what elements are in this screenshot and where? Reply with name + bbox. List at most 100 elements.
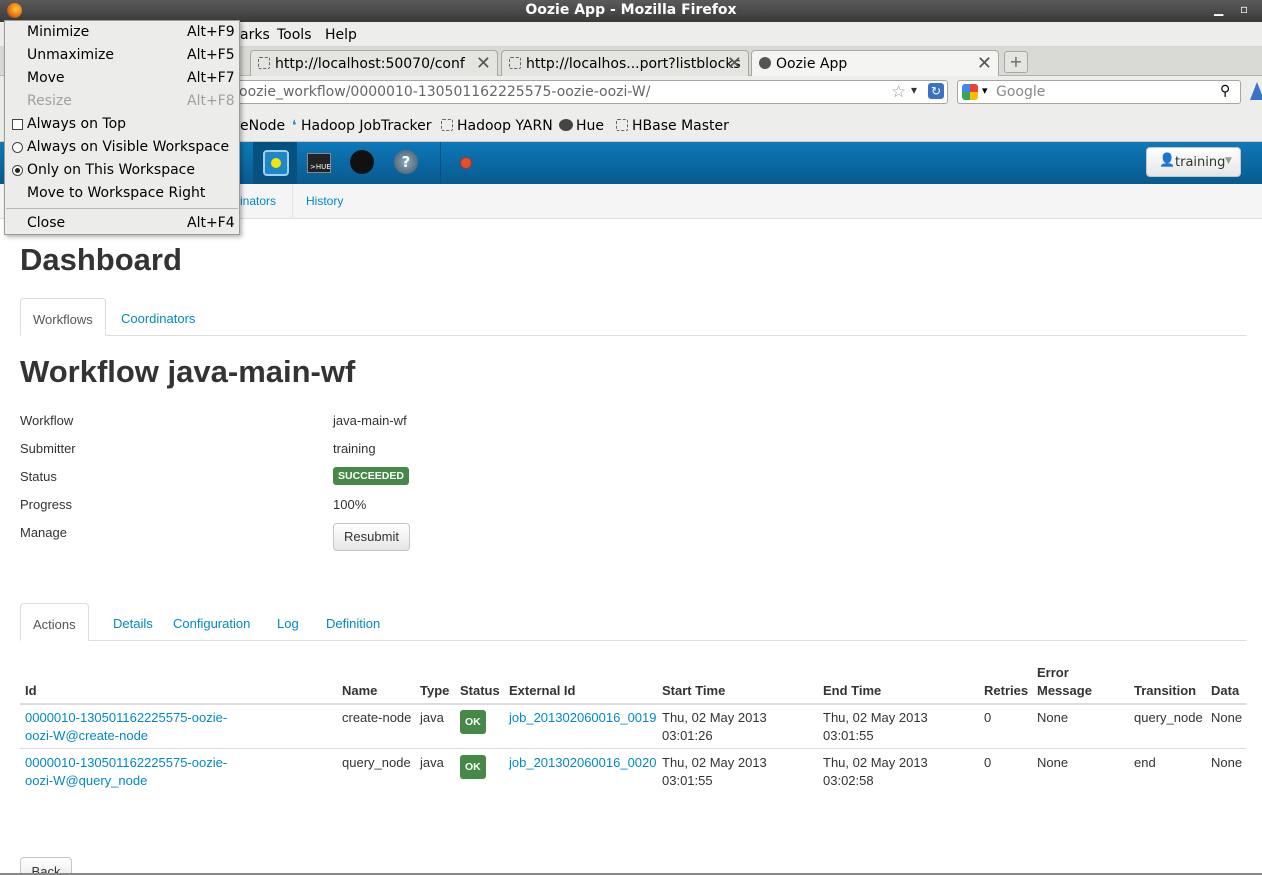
search-engine-icon[interactable]: ⚲ xyxy=(1220,83,1230,99)
tab-coordinators[interactable]: Coordinators xyxy=(109,298,207,336)
logout-icon[interactable] xyxy=(460,157,472,169)
bookmark-namenode[interactable]: eNode xyxy=(240,118,285,134)
close-tab-icon[interactable]: ✕ xyxy=(476,53,491,74)
row1-data: None xyxy=(1211,710,1243,725)
submitter-value: training xyxy=(333,441,376,456)
oozie-icon[interactable] xyxy=(263,150,289,176)
unmaximize-shortcut: Alt+F5 xyxy=(187,47,235,63)
col-retries: Retries xyxy=(984,683,1029,698)
nav-divider xyxy=(440,142,441,184)
search-bar[interactable]: ▾ Google ⚲ xyxy=(957,80,1241,104)
row1-id[interactable]: 0000010-130501162225575-oozie-oozi-W@cre… xyxy=(25,709,227,745)
window-title: Oozie App - Mozilla Firefox xyxy=(525,2,737,18)
col-transition: Transition xyxy=(1134,683,1197,698)
menu-only-this-workspace[interactable]: Only on This Workspace xyxy=(27,162,195,178)
tab-actions[interactable]: Actions xyxy=(20,603,89,641)
tab-log[interactable]: Log xyxy=(265,603,311,641)
row1-transition: query_node xyxy=(1134,710,1203,725)
window-close-icon[interactable]: ▫ xyxy=(1240,2,1248,16)
reload-icon[interactable]: ↻ xyxy=(928,83,944,99)
google-icon[interactable] xyxy=(962,84,978,100)
resubmit-button[interactable]: Resubmit xyxy=(333,523,410,551)
submitter-label: Submitter xyxy=(20,441,76,456)
bookmark-jobtracker[interactable]: ❛ Hadoop JobTracker xyxy=(292,118,432,134)
menu-always-visible[interactable]: Always on Visible Workspace xyxy=(27,139,229,155)
only-this-workspace-radio[interactable] xyxy=(12,165,23,176)
always-visible-radio[interactable] xyxy=(12,142,23,153)
detail-tabs: Actions Details Configuration Log Defini… xyxy=(20,603,1246,641)
tab-definition[interactable]: Definition xyxy=(314,603,392,641)
row1-status: OK xyxy=(460,710,486,734)
bookmark-label: Hadoop YARN xyxy=(457,118,553,134)
tab-label: http://localhos...port?listblocks xyxy=(526,56,741,72)
help-icon[interactable]: ? xyxy=(394,150,418,174)
minimize-shortcut: Alt+F9 xyxy=(187,24,235,40)
tab-workflows[interactable]: Workflows xyxy=(20,298,106,336)
tab-label: http://localhost:50070/conf xyxy=(275,56,465,72)
move-shortcut: Alt+F7 xyxy=(187,70,235,86)
row1-name: create-node xyxy=(342,710,412,725)
status-label: Status xyxy=(20,469,57,484)
dashboard-tabs: Workflows Coordinators xyxy=(20,298,1246,336)
url-bar[interactable]: oozie_workflow/0000010-130501162225575-o… xyxy=(230,80,948,104)
row1-type: java xyxy=(420,710,444,725)
useradmin-icon[interactable] xyxy=(350,150,374,174)
tab-oozie-app[interactable]: Oozie App ✕ xyxy=(751,50,999,76)
menu-unmaximize[interactable]: Unmaximize xyxy=(27,47,114,63)
close-shortcut: Alt+F4 xyxy=(187,215,235,231)
tab-listblocks[interactable]: http://localhos...port?listblocks ✕ xyxy=(501,50,749,76)
tab-details[interactable]: Details xyxy=(101,603,165,641)
menu-bookmarks[interactable]: arks xyxy=(240,27,270,43)
user-menu-button[interactable]: 👤 training ▼ xyxy=(1146,147,1241,177)
bookmark-label: Hadoop JobTracker xyxy=(300,118,432,134)
home-icon[interactable] xyxy=(1250,82,1262,100)
subnav-coordinators[interactable]: inators xyxy=(240,194,276,208)
page-title: Dashboard xyxy=(20,242,182,277)
workflow-value: java-main-wf xyxy=(333,413,407,428)
close-tab-icon[interactable]: ✕ xyxy=(977,53,992,74)
hue-icon xyxy=(559,119,573,131)
shell-icon[interactable]: >HUE xyxy=(307,153,331,173)
tab-configuration[interactable]: Configuration xyxy=(161,603,262,641)
row2-end-time: Thu, 02 May 2013 03:02:58 xyxy=(823,755,928,788)
menu-help[interactable]: Help xyxy=(325,27,357,43)
star-icon[interactable]: ☆ xyxy=(891,82,906,102)
row2-external-id[interactable]: job_201302060016_0020 xyxy=(509,754,657,772)
dropdown-icon[interactable]: ▾ xyxy=(911,83,917,97)
col-message: Message xyxy=(1037,683,1092,698)
menu-resize: Resize xyxy=(27,93,72,109)
page-icon xyxy=(509,57,521,69)
close-tab-icon[interactable]: ✕ xyxy=(727,53,742,74)
subnav-history[interactable]: History xyxy=(306,194,343,208)
progress-value: 100% xyxy=(333,497,367,512)
menu-close[interactable]: Close xyxy=(27,215,65,231)
always-on-top-checkbox[interactable] xyxy=(12,119,23,130)
col-end-time: End Time xyxy=(823,683,882,698)
row1-external-id[interactable]: job_201302060016_0019 xyxy=(509,709,657,727)
col-type: Type xyxy=(420,683,450,698)
url-text: oozie_workflow/0000010-130501162225575-o… xyxy=(239,84,651,100)
tab-label: Oozie App xyxy=(776,56,848,72)
menu-move[interactable]: Move xyxy=(27,70,65,86)
hadoop-icon: ❛ xyxy=(292,118,301,134)
row2-id[interactable]: 0000010-130501162225575-oozie-oozi-W@que… xyxy=(25,754,227,790)
caret-down-icon: ▼ xyxy=(1225,156,1232,166)
chevron-down-icon[interactable]: ▾ xyxy=(982,84,988,97)
menu-move-right[interactable]: Move to Workspace Right xyxy=(27,185,205,201)
progress-label: Progress xyxy=(20,497,73,512)
bookmark-yarn[interactable]: Hadoop YARN xyxy=(441,118,553,134)
menu-tools[interactable]: Tools xyxy=(277,27,312,43)
row1-end-time: Thu, 02 May 2013 03:01:55 xyxy=(823,710,928,743)
bookmark-hbase[interactable]: HBase Master xyxy=(616,118,729,134)
tab-localhost-conf[interactable]: http://localhost:50070/conf ✕ xyxy=(250,50,498,76)
workflow-label: Workflow xyxy=(20,413,74,428)
user-icon: 👤 xyxy=(1159,153,1176,168)
bookmark-hue[interactable]: Hue xyxy=(559,118,604,134)
minimize-icon[interactable]: ▁ xyxy=(1214,2,1223,16)
new-tab-button[interactable]: + xyxy=(1004,51,1028,73)
window-titlebar[interactable]: Oozie App - Mozilla Firefox ▁ ▫ xyxy=(0,0,1262,22)
menu-always-on-top[interactable]: Always on Top xyxy=(27,116,126,132)
menu-minimize[interactable]: Minimize xyxy=(27,24,89,40)
status-badge: SUCCEEDED xyxy=(333,467,409,485)
col-id: Id xyxy=(25,683,37,698)
